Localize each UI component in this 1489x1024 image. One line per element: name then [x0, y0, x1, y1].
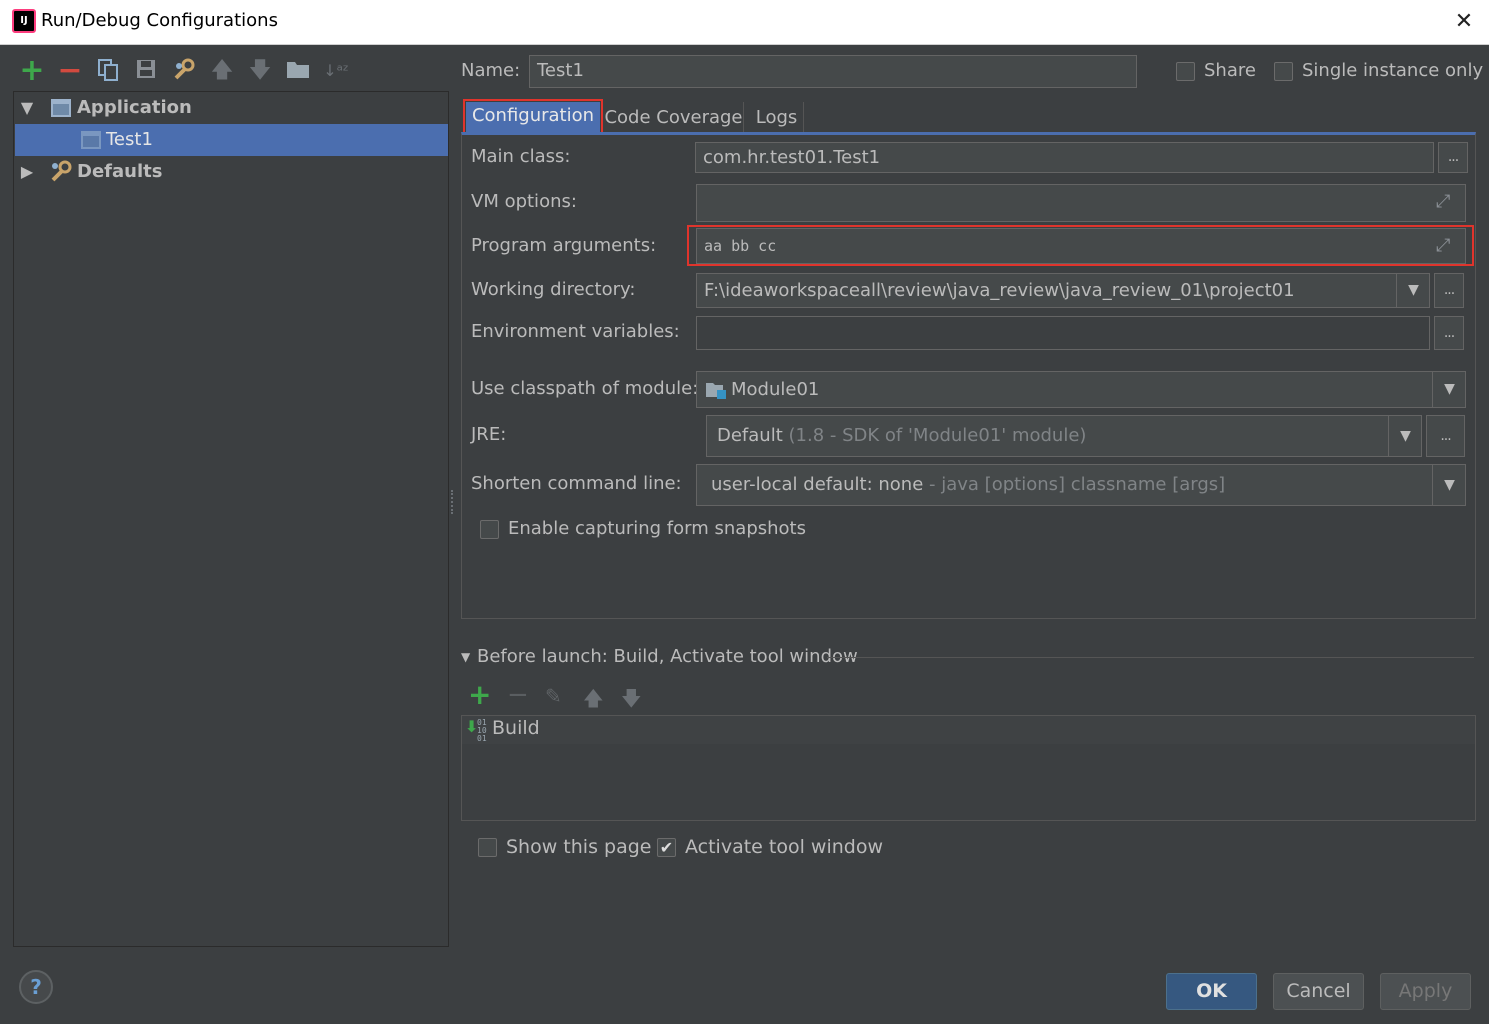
configuration-tree: ▼ Application Test1 ▶ Defaults — [13, 91, 449, 947]
activate-tool-window-checkbox[interactable]: ✔ — [657, 838, 676, 857]
environment-variables-input[interactable] — [696, 316, 1430, 350]
jre-browse-button[interactable]: ... — [1426, 415, 1465, 457]
binary-icon: 01 10 01 — [477, 718, 487, 743]
intellij-logo-icon: IJ — [12, 9, 36, 33]
shorten-command-line-label: Shorten command line: — [471, 473, 682, 494]
environment-variables-label: Environment variables: — [471, 321, 680, 342]
tab-logs[interactable]: Logs — [750, 102, 804, 134]
tab-highlight-box — [463, 99, 603, 134]
list-item-label: Build — [492, 717, 540, 739]
chevron-down-icon[interactable]: ▼ — [1432, 372, 1466, 407]
chevron-down-icon[interactable]: ▼ — [1432, 465, 1466, 505]
shorten-command-line-hint: - java [options] classname [args] — [929, 474, 1226, 495]
enable-snapshots-label: Enable capturing form snapshots — [508, 518, 806, 539]
single-instance-label: Single instance only — [1302, 60, 1484, 81]
edit-defaults-icon[interactable] — [171, 58, 197, 84]
main-class-browse-button[interactable]: ... — [1438, 142, 1468, 173]
tree-item-label: Test1 — [106, 129, 153, 150]
enable-snapshots-checkbox[interactable] — [480, 520, 499, 539]
activate-tool-window-label: Activate tool window — [685, 836, 884, 858]
tab-code-coverage[interactable]: Code Coverage — [604, 102, 744, 134]
sort-icon[interactable]: ↓ᵃᶻ — [323, 58, 349, 84]
copy-icon[interactable] — [95, 58, 121, 84]
close-icon[interactable]: ✕ — [1450, 6, 1478, 38]
before-launch-title[interactable]: Before launch: Build, Activate tool wind… — [477, 646, 858, 667]
folder-icon[interactable] — [285, 58, 311, 84]
main-class-label: Main class: — [471, 146, 571, 167]
chevron-down-icon[interactable]: ▼ — [1388, 416, 1422, 456]
move-up-icon[interactable]: 🡅 — [583, 684, 604, 718]
move-down-icon[interactable]: 🡇 — [247, 58, 273, 84]
remove-icon[interactable]: − — [507, 680, 529, 710]
program-arguments-label: Program arguments: — [471, 235, 657, 256]
program-arguments-highlight-box — [687, 225, 1474, 266]
name-label: Name: — [461, 60, 521, 81]
name-input[interactable]: Test1 — [529, 55, 1137, 88]
share-checkbox[interactable] — [1176, 62, 1195, 81]
save-icon[interactable] — [133, 58, 159, 84]
splitter-handle[interactable] — [451, 490, 455, 514]
remove-icon[interactable]: − — [57, 56, 83, 86]
before-launch-list: ⬇ 01 10 01 Build — [461, 715, 1476, 821]
expand-icon[interactable]: ⤢ — [1436, 191, 1450, 212]
working-directory-input[interactable]: F:\ideaworkspaceall\review\java_review\j… — [696, 273, 1430, 308]
main-class-input[interactable]: com.hr.test01.Test1 — [695, 142, 1434, 173]
tree-item-label: Application — [77, 97, 192, 118]
separator — [827, 657, 1474, 658]
application-icon — [51, 99, 71, 117]
classpath-module-label: Use classpath of module: — [471, 378, 699, 399]
jre-select[interactable]: Default (1.8 - SDK of 'Module01' module) — [706, 415, 1422, 457]
add-icon[interactable]: + — [19, 56, 45, 86]
tree-item-test1[interactable]: Test1 — [15, 124, 448, 156]
apply-button[interactable]: Apply — [1380, 973, 1471, 1010]
jre-label: JRE: — [471, 424, 507, 445]
tree-item-defaults[interactable]: ▶ Defaults — [15, 156, 448, 188]
show-page-checkbox[interactable] — [478, 838, 497, 857]
ok-button[interactable]: OK — [1166, 973, 1257, 1010]
vm-options-label: VM options: — [471, 191, 577, 212]
chevron-down-icon[interactable]: ▼ — [1396, 274, 1430, 307]
add-icon[interactable]: + — [468, 680, 491, 710]
single-instance-checkbox[interactable] — [1274, 62, 1293, 81]
help-button[interactable]: ? — [19, 970, 53, 1004]
jre-value: Default — [717, 425, 783, 446]
working-directory-browse-button[interactable]: ... — [1434, 273, 1464, 308]
wrench-icon — [49, 160, 73, 195]
classpath-module-value: Module01 — [731, 379, 820, 400]
move-up-icon[interactable]: 🡅 — [209, 58, 235, 84]
shorten-command-line-value: user-local default: none — [711, 474, 924, 495]
tree-item-label: Defaults — [77, 161, 163, 182]
list-item[interactable]: ⬇ 01 10 01 Build — [462, 716, 1475, 744]
expand-right-icon[interactable]: ▶ — [19, 156, 35, 188]
application-icon — [81, 131, 101, 149]
classpath-module-select[interactable]: Module01 — [696, 371, 1466, 408]
module-icon — [705, 380, 727, 405]
vm-options-input[interactable] — [696, 184, 1466, 222]
shorten-command-line-select[interactable]: user-local default: none - java [options… — [696, 464, 1466, 506]
environment-variables-browse-button[interactable]: ... — [1434, 316, 1464, 350]
tree-item-application[interactable]: ▼ Application — [15, 92, 448, 124]
expand-down-icon[interactable]: ▼ — [19, 92, 35, 124]
edit-icon[interactable]: ✎ — [545, 684, 562, 708]
window-title: Run/Debug Configurations — [41, 10, 278, 31]
jre-hint: (1.8 - SDK of 'Module01' module) — [788, 425, 1087, 446]
cancel-button[interactable]: Cancel — [1273, 973, 1364, 1010]
move-down-icon[interactable]: 🡇 — [621, 684, 642, 718]
share-label: Share — [1204, 60, 1256, 81]
collapse-icon[interactable]: ▼ — [461, 650, 470, 664]
working-directory-label: Working directory: — [471, 279, 636, 300]
show-page-label: Show this page — [506, 836, 652, 858]
